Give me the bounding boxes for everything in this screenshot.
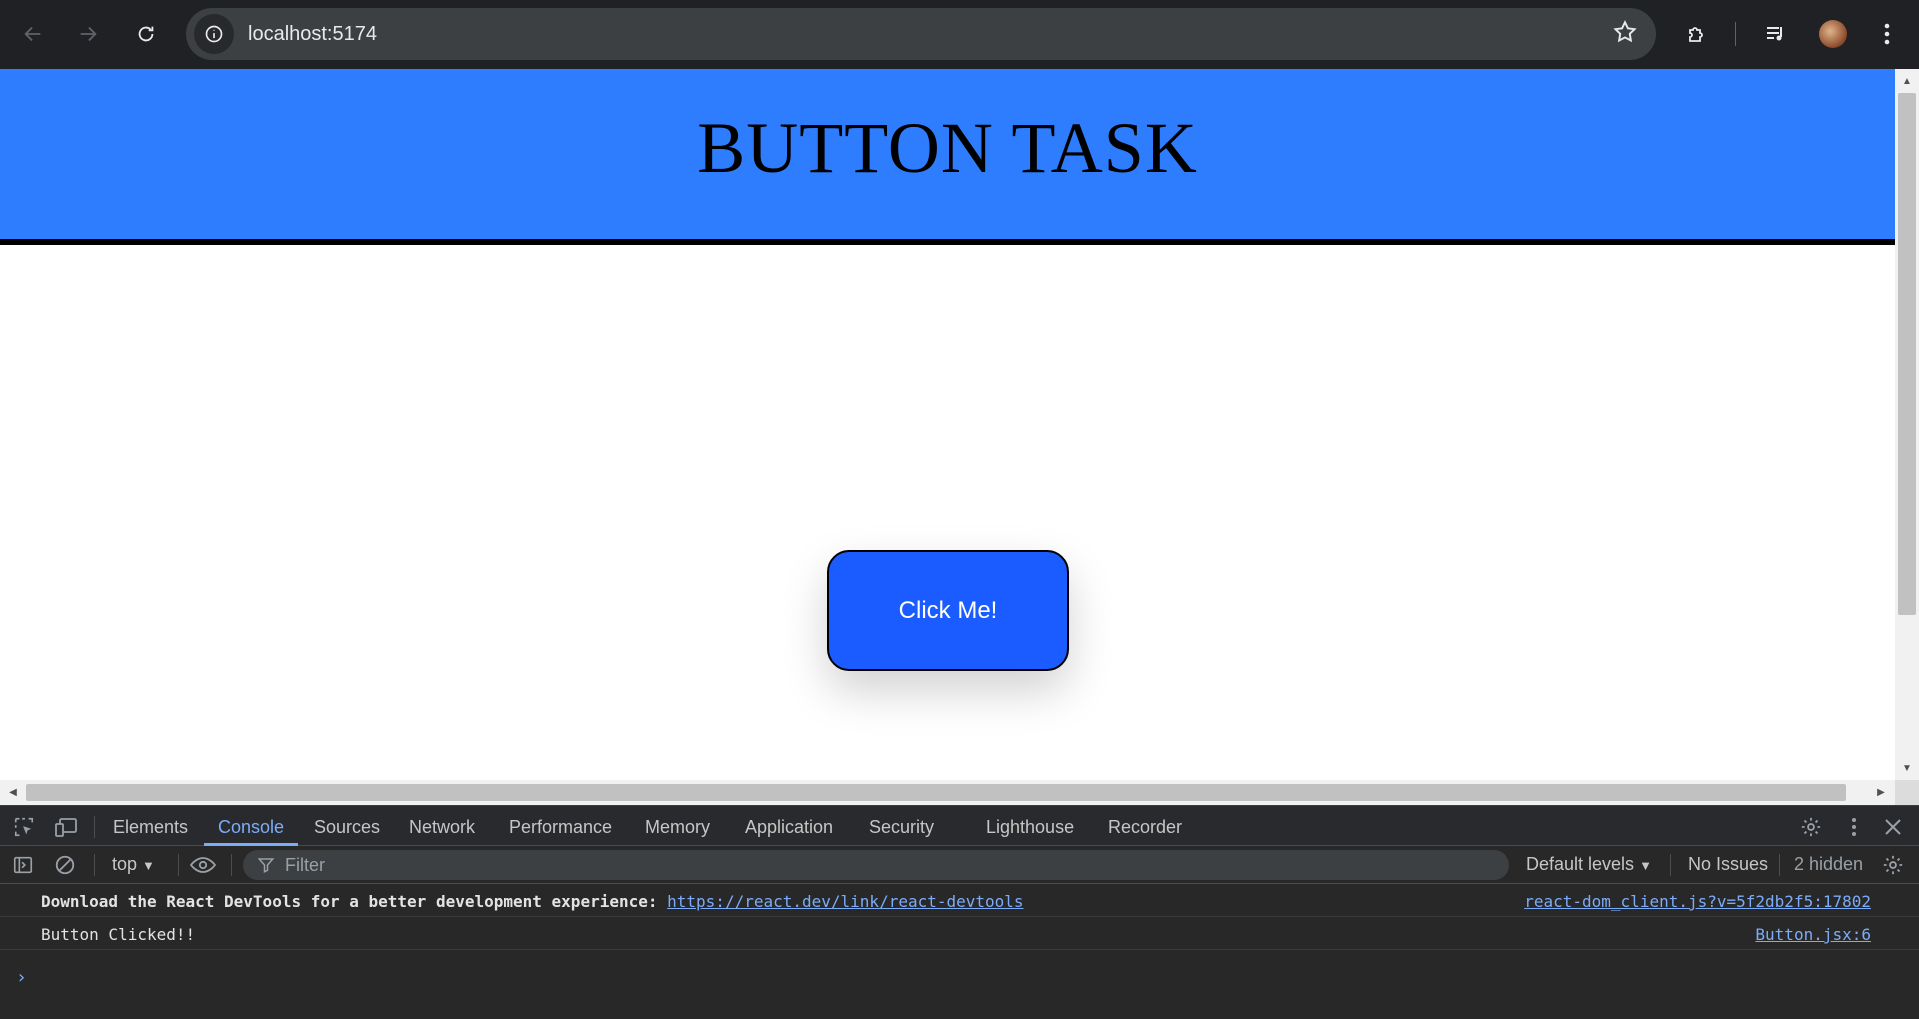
filter-placeholder: Filter [285,854,325,875]
vertical-scroll-thumb[interactable] [1898,93,1916,615]
context-label: top [112,854,138,874]
click-me-button[interactable]: Click Me! [827,550,1069,671]
hidden-messages-count: 2 hidden [1794,854,1864,874]
message-source-link[interactable]: react-dom_client.js?v=5f2db2f5:17802 [1524,892,1871,911]
inspect-element-icon[interactable] [11,814,37,840]
bookmark-star-icon[interactable] [1612,19,1638,50]
console-message: Download the React DevTools for a better… [0,885,1919,917]
scroll-up-icon[interactable]: ▲ [1895,71,1919,91]
settings-gear-icon[interactable] [1798,814,1824,840]
tab-elements[interactable]: Elements [111,806,190,846]
chevron-down-icon: ▼ [142,858,155,873]
live-expression-eye-icon[interactable] [190,852,216,878]
scroll-down-icon[interactable]: ▼ [1895,758,1919,778]
tab-sources[interactable]: Sources [312,806,382,846]
scrollbar-corner [1895,780,1919,805]
tab-lighthouse[interactable]: Lighthouse [984,806,1076,846]
media-controls-icon[interactable] [1756,14,1796,54]
browser-toolbar: localhost:5174 [0,0,1919,69]
devtools-menu-icon[interactable] [1841,814,1867,840]
reload-icon[interactable] [126,14,166,54]
page-viewport: BUTTON TASK Click Me! ▲ ▼ ◀ ▶ [0,69,1919,805]
toolbar-separator [1670,854,1671,876]
console-message-text: Download the React DevTools for a better… [41,892,1024,911]
filter-funnel-icon [257,856,275,874]
tab-performance[interactable]: Performance [507,806,614,846]
page-title: BUTTON TASK [697,107,1198,188]
back-icon[interactable] [13,14,53,54]
vertical-scrollbar[interactable]: ▲ ▼ [1895,69,1919,780]
console-settings-gear-icon[interactable] [1880,852,1906,878]
console-message: Button Clicked!! Button.jsx:6 [0,918,1919,950]
extensions-icon[interactable] [1677,14,1717,54]
log-levels-label: Default levels [1526,854,1635,874]
tab-memory[interactable]: Memory [643,806,712,846]
tab-security[interactable]: Security [867,806,936,846]
message-text: Button Clicked!! [41,925,196,944]
issues-counter[interactable]: No Issues [1688,854,1768,875]
devtools-tabbar: Elements Console Sources Network Perform… [0,806,1919,846]
console-output: Download the React DevTools for a better… [0,885,1919,1019]
forward-icon[interactable] [68,14,108,54]
tab-application[interactable]: Application [743,806,835,846]
profile-avatar[interactable] [1819,20,1847,48]
console-prompt-chevron-icon[interactable]: › [16,967,27,988]
console-toolbar: top ▼ Filter Default levels ▼ No Issues … [0,846,1919,884]
site-info-icon[interactable] [194,14,234,54]
sidebar-toggle-icon[interactable] [10,852,36,878]
tab-separator [94,816,95,838]
device-toolbar-icon[interactable] [53,814,79,840]
log-levels-dropdown[interactable]: Default levels ▼ [1526,854,1652,875]
console-filter-input[interactable]: Filter [243,850,1509,880]
tab-recorder[interactable]: Recorder [1106,806,1184,846]
address-bar[interactable]: localhost:5174 [186,8,1656,60]
devtools-panel: Elements Console Sources Network Perform… [0,805,1919,1019]
toolbar-separator [94,854,95,876]
horizontal-scrollbar[interactable]: ◀ ▶ [0,780,1895,805]
horizontal-scroll-thumb[interactable] [26,784,1846,801]
clear-console-icon[interactable] [52,852,78,878]
message-text: Download the React DevTools for a better… [41,892,668,911]
toolbar-separator [178,854,179,876]
tab-network[interactable]: Network [407,806,477,846]
menu-kebab-icon[interactable] [1867,14,1907,54]
toolbar-separator [231,854,232,876]
url-text[interactable]: localhost:5174 [248,23,377,46]
scroll-right-icon[interactable]: ▶ [1870,780,1892,805]
scroll-left-icon[interactable]: ◀ [2,780,24,805]
toolbar-separator [1779,854,1780,876]
page-header: BUTTON TASK [0,69,1895,245]
chevron-down-icon: ▼ [1639,858,1652,873]
context-selector[interactable]: top ▼ [112,854,155,875]
close-devtools-icon[interactable] [1880,814,1906,840]
react-devtools-link[interactable]: https://react.dev/link/react-devtools [667,892,1023,911]
tab-console[interactable]: Console [203,806,299,846]
message-source-link[interactable]: Button.jsx:6 [1755,925,1871,944]
toolbar-separator [1735,22,1736,46]
